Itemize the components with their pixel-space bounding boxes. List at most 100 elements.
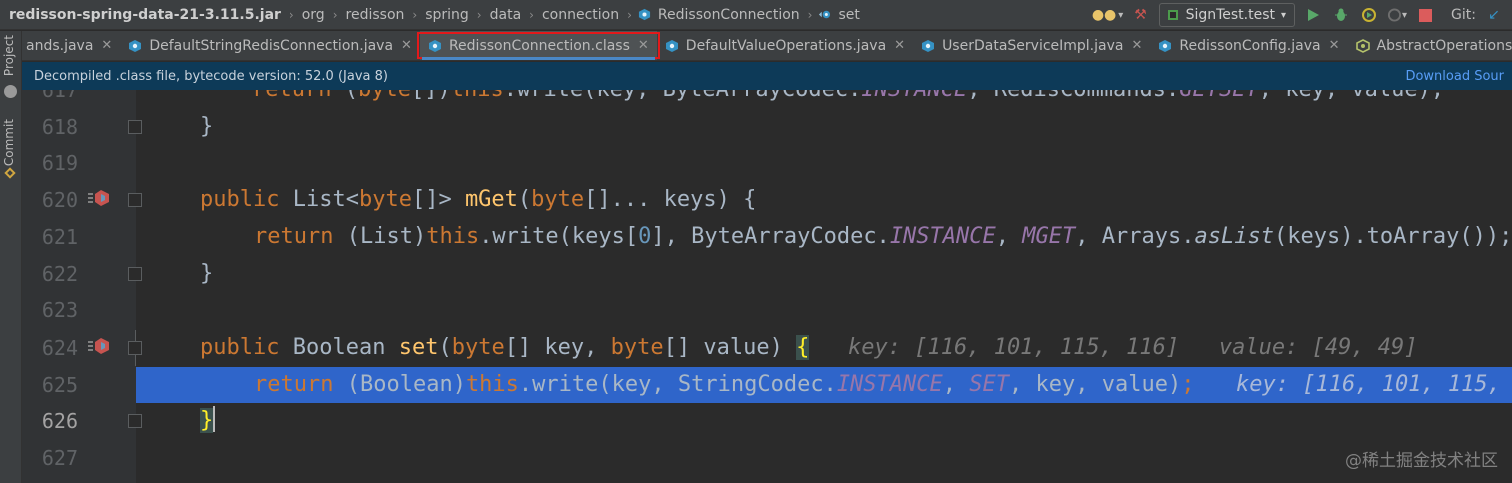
- inlay-hint: key: [116, 101, 115, 116] value: [49, 49…: [848, 335, 1418, 360]
- users-icon[interactable]: ●● ▾: [1092, 5, 1123, 25]
- code-text: }: [200, 406, 216, 433]
- tab-label: DefaultValueOperations.java: [685, 37, 887, 54]
- code-line-highlighted: 625 return (Boolean)this.write(key, Stri…: [22, 367, 1512, 403]
- abstract-class-icon: [1355, 38, 1370, 53]
- project-tab-label: Project: [2, 35, 16, 77]
- coverage-icon[interactable]: [1359, 5, 1379, 25]
- debug-icon[interactable]: [1331, 5, 1351, 25]
- main-toolbar: ●● ▾ ⚒ SignTest.test ▾ ▾ Git: ↙: [1092, 0, 1512, 29]
- tab-default-string-redis-connection[interactable]: DefaultStringRedisConnection.java ✕: [120, 31, 420, 60]
- breadcrumb-org[interactable]: org: [300, 7, 327, 23]
- code-text: return (byte[])this.write(key, ByteArray…: [252, 90, 1444, 108]
- chevron-right-icon: ›: [476, 7, 482, 22]
- fold-end-icon[interactable]: [128, 120, 142, 134]
- code-text: public Boolean set(byte[] key, byte[] va…: [200, 335, 810, 360]
- decompiled-notice-banner: Decompiled .class file, bytecode version…: [22, 62, 1512, 90]
- code-line: 623: [22, 292, 1512, 328]
- tab-label: RedissonConnection.class: [448, 37, 630, 54]
- code-line: 620 public List<byte[]> mGet(byte[]... k…: [22, 182, 1512, 218]
- breadcrumb-redisson[interactable]: redisson: [344, 7, 407, 23]
- chevron-right-icon: ›: [332, 7, 338, 22]
- close-icon[interactable]: ✕: [1131, 38, 1142, 53]
- close-icon[interactable]: ✕: [401, 38, 412, 53]
- overrides-method-icon[interactable]: [86, 336, 112, 358]
- tab-label: AbstractOperations.java: [1376, 37, 1512, 54]
- tab-redisson-connection[interactable]: RedissonConnection.class ✕: [416, 31, 660, 60]
- code-line-current: 626 }: [22, 403, 1512, 439]
- code-editor[interactable]: 617 return (byte[])this.write(key, ByteA…: [22, 90, 1512, 483]
- class-icon: [1159, 39, 1172, 52]
- chevron-right-icon: ›: [807, 7, 813, 22]
- fold-end-icon[interactable]: [128, 267, 142, 281]
- tab-user-data-service-impl[interactable]: UserDataServiceImpl.java ✕: [913, 31, 1150, 60]
- breadcrumb-jar[interactable]: redisson-spring-data-21-3.11.5.jar: [0, 7, 283, 23]
- line-number: 621: [41, 225, 78, 249]
- close-icon[interactable]: ✕: [101, 38, 112, 53]
- line-number: 619: [41, 151, 78, 175]
- code-line: 621 return (List)this.write(keys[0], Byt…: [22, 219, 1512, 255]
- tab-label: RedissonConfig.java: [1179, 37, 1321, 54]
- stop-icon[interactable]: [1415, 5, 1435, 25]
- breadcrumb-data[interactable]: data: [488, 7, 524, 23]
- banner-message: Decompiled .class file, bytecode version…: [34, 68, 388, 84]
- run-config-label: SignTest.test: [1185, 7, 1276, 23]
- chevron-right-icon: ›: [627, 7, 632, 22]
- hammer-icon[interactable]: ⚒: [1131, 5, 1151, 25]
- commit-tool-tab[interactable]: Commit: [2, 119, 16, 166]
- git-label: Git:: [1451, 7, 1476, 23]
- close-icon[interactable]: ✕: [894, 38, 905, 53]
- tab-commands[interactable]: ands.java ✕: [22, 31, 120, 60]
- overrides-method-icon[interactable]: [86, 188, 112, 210]
- run-configuration-selector[interactable]: SignTest.test ▾: [1158, 3, 1296, 27]
- commit-tool-icon: [4, 167, 16, 179]
- breadcrumb-spring[interactable]: spring: [423, 7, 471, 23]
- fold-start-icon[interactable]: [128, 341, 142, 355]
- line-number: 624: [41, 336, 78, 360]
- editor-tab-bar: ands.java ✕ DefaultStringRedisConnection…: [22, 31, 1512, 61]
- code-text: public List<byte[]> mGet(byte[]... keys)…: [200, 187, 757, 212]
- tab-redisson-config[interactable]: RedissonConfig.java ✕: [1150, 31, 1347, 60]
- close-icon[interactable]: ✕: [1329, 38, 1340, 53]
- line-number: 623: [41, 298, 78, 322]
- inlay-hint: key: [116, 101, 115,: [1236, 372, 1512, 397]
- code-line: 622 }: [22, 256, 1512, 292]
- download-sources-link[interactable]: Download Sour: [1405, 69, 1504, 84]
- project-tool-icon: [4, 85, 17, 98]
- tab-label: UserDataServiceImpl.java: [942, 37, 1124, 54]
- project-tool-tab[interactable]: Project: [2, 35, 16, 76]
- profiler-icon[interactable]: ▾: [1387, 5, 1407, 25]
- code-line: 627: [22, 440, 1512, 476]
- chevron-right-icon: ›: [288, 7, 294, 22]
- close-icon[interactable]: ✕: [638, 38, 649, 53]
- fold-start-icon[interactable]: [128, 193, 142, 207]
- class-icon: [665, 39, 678, 52]
- class-icon: [922, 39, 935, 52]
- breadcrumb-method[interactable]: set: [836, 7, 861, 23]
- breadcrumb-connection[interactable]: connection: [540, 7, 621, 23]
- code-line: 618 }: [22, 109, 1512, 145]
- line-number: 620: [41, 188, 78, 212]
- tab-default-value-operations[interactable]: DefaultValueOperations.java ✕: [657, 31, 913, 60]
- class-icon: [428, 39, 441, 52]
- tab-abstract-operations[interactable]: AbstractOperations.java ✕: [1348, 31, 1512, 60]
- line-number: 626: [41, 409, 78, 433]
- code-line: 617 return (byte[])this.write(key, ByteA…: [22, 90, 1512, 108]
- tab-label: DefaultStringRedisConnection.java: [149, 37, 394, 54]
- code-text: }: [200, 261, 214, 286]
- line-number: 618: [41, 115, 78, 139]
- git-update-icon[interactable]: ↙: [1484, 5, 1504, 25]
- code-text: }: [200, 114, 214, 139]
- method-icon: [819, 10, 831, 19]
- class-icon: [638, 8, 650, 21]
- code-line: 624 public Boolean set(byte[] key, byte[…: [22, 330, 1512, 366]
- watermark: @稀土掘金技术社区: [1345, 451, 1498, 471]
- line-number: 625: [41, 373, 78, 397]
- tab-label: ands.java: [26, 37, 94, 54]
- chevron-right-icon: ›: [529, 7, 534, 22]
- commit-tab-label: Commit: [2, 119, 16, 167]
- run-icon[interactable]: [1303, 5, 1323, 25]
- fold-end-icon[interactable]: [128, 414, 142, 428]
- code-text: return (List)this.write(keys[0], ByteArr…: [254, 224, 1512, 249]
- breadcrumb-class[interactable]: RedissonConnection: [656, 7, 802, 23]
- line-number: 627: [41, 446, 78, 470]
